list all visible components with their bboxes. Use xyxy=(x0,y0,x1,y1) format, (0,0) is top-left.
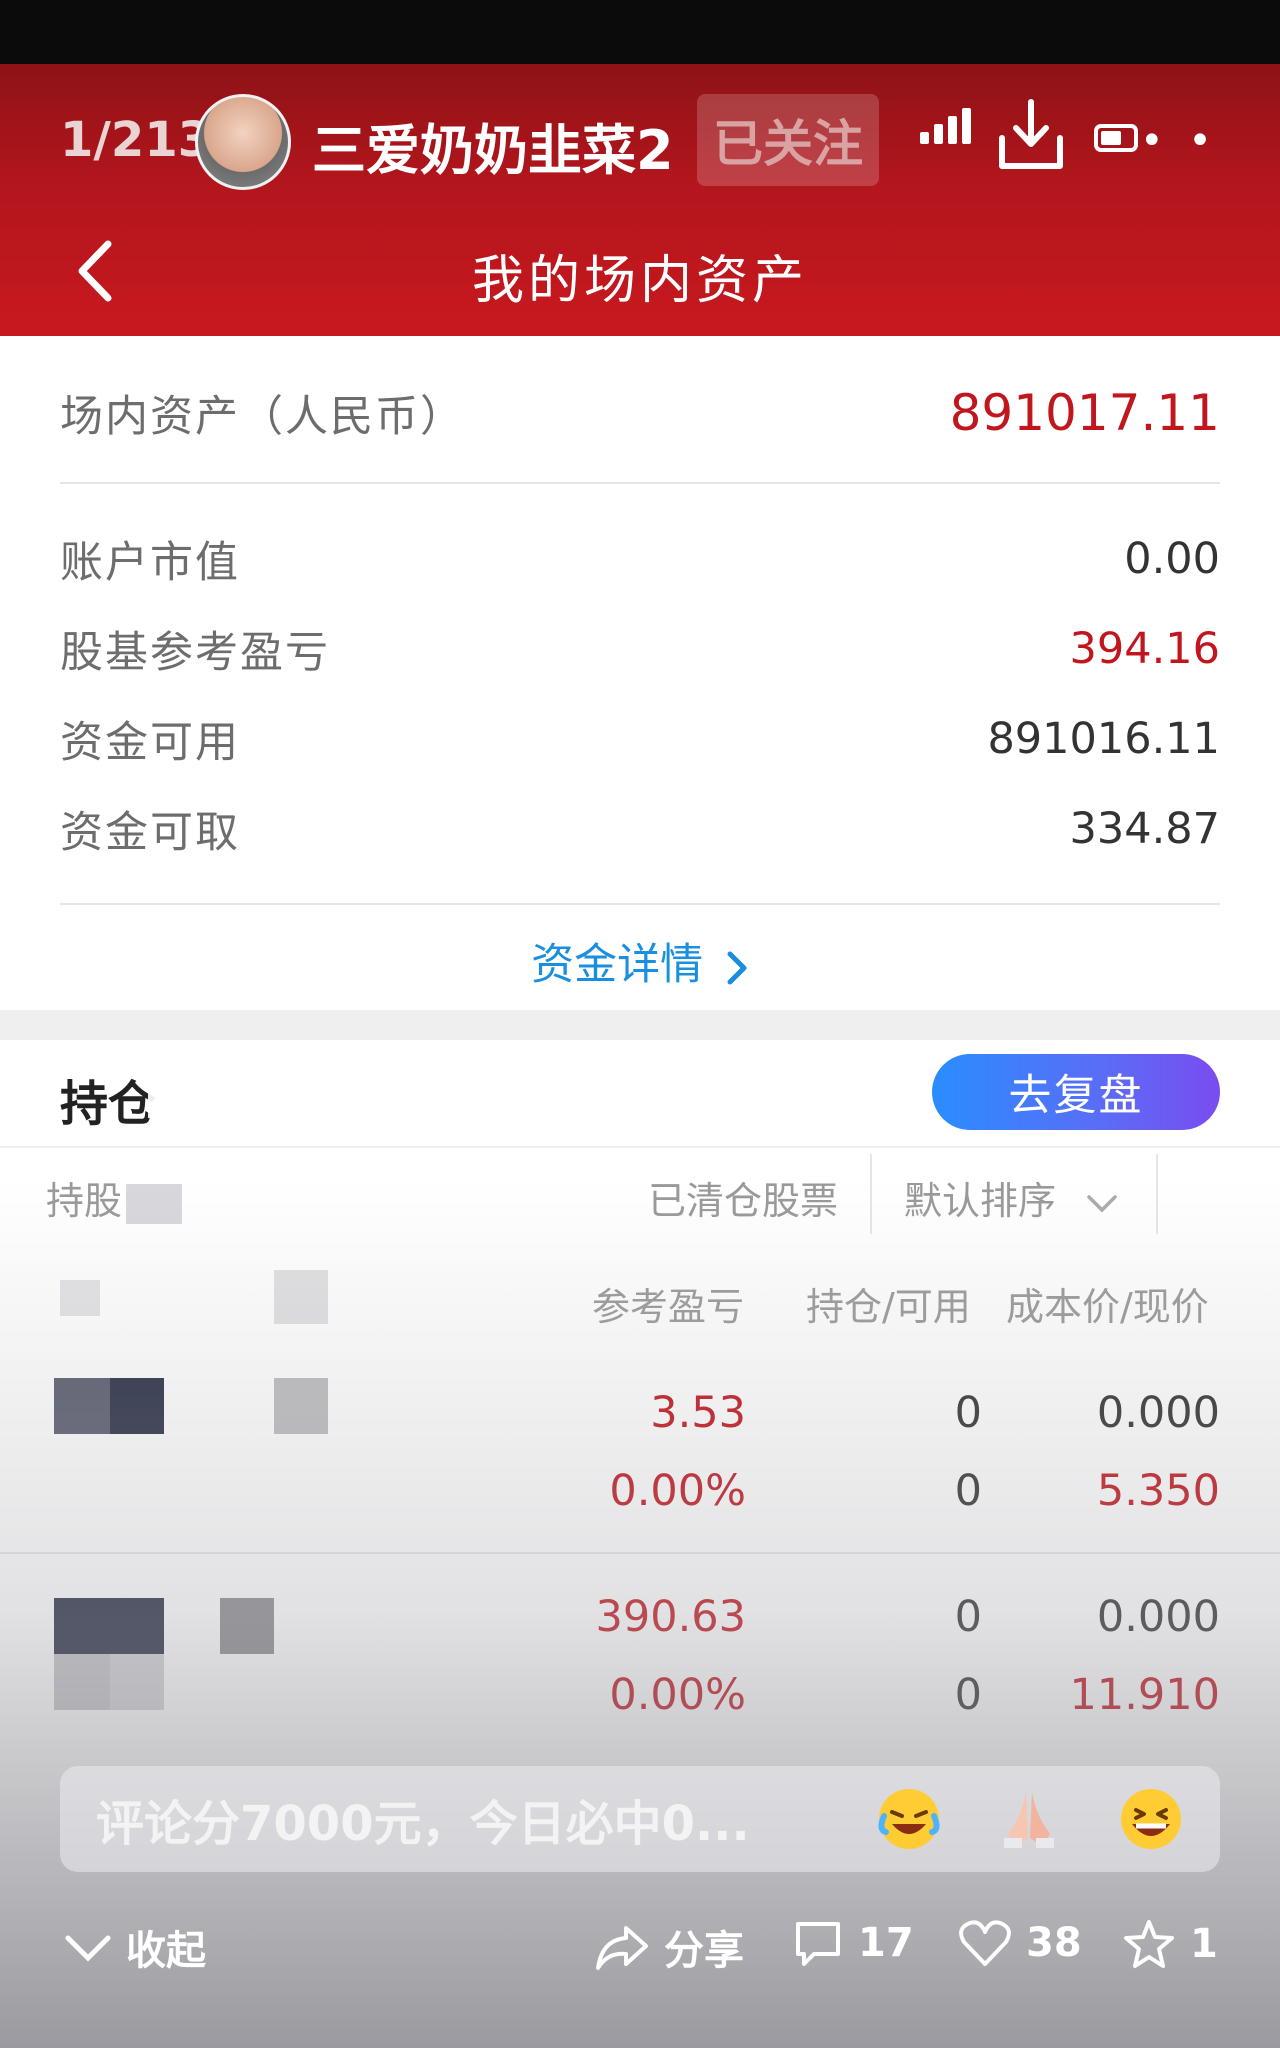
share-label: 分享 xyxy=(664,1928,744,1974)
fund-detail-link[interactable]: 资金详情 xyxy=(0,930,1280,992)
cleared-stocks-tab[interactable]: 已清仓股票 xyxy=(648,1170,838,1225)
download-icon[interactable] xyxy=(996,98,1066,172)
redacted-stock-name xyxy=(110,1654,164,1710)
grinning-emoji[interactable] xyxy=(1118,1786,1184,1852)
username[interactable]: 三爱奶奶韭菜2 xyxy=(312,106,674,185)
redacted-stock-name xyxy=(54,1378,110,1434)
redacted-stock-name xyxy=(220,1598,274,1654)
profit-percent: 0.00% xyxy=(609,1466,746,1516)
redacted-area xyxy=(148,1048,288,1118)
heart-icon xyxy=(959,1920,1011,1966)
star-icon xyxy=(1124,1920,1174,1968)
current-price: 11.910 xyxy=(1069,1670,1220,1720)
redacted-stock-name xyxy=(54,1598,164,1654)
laughing-crying-emoji[interactable] xyxy=(876,1786,942,1852)
like-count: 38 xyxy=(1026,1920,1082,1966)
sort-dropdown[interactable]: 默认排序 xyxy=(904,1170,1118,1225)
column-header-profit[interactable]: 参考盈亏 xyxy=(592,1276,744,1331)
current-price: 5.350 xyxy=(1096,1466,1220,1516)
collapse-label: 收起 xyxy=(126,1928,206,1974)
more-icon[interactable]: • • xyxy=(1140,118,1218,164)
redacted-stock-name xyxy=(110,1378,164,1434)
asset-label: 资金可用 xyxy=(60,718,240,768)
asset-value: 394.16 xyxy=(1069,624,1220,674)
cost-price: 0.000 xyxy=(1096,1592,1220,1642)
chevron-down-icon xyxy=(65,1935,111,1962)
asset-row-withdrawable: 资金可取 334.87 xyxy=(60,798,1220,860)
section-gap xyxy=(0,1010,1280,1040)
total-assets-label: 场内资产（人民币） xyxy=(60,392,465,442)
asset-label: 股基参考盈亏 xyxy=(60,628,330,678)
comment-count: 17 xyxy=(858,1920,914,1966)
redacted-stock-name xyxy=(274,1378,328,1434)
favorite-button[interactable]: 1 xyxy=(1122,1918,1218,1970)
system-status-strip xyxy=(0,0,1280,64)
asset-row-available: 资金可用 891016.11 xyxy=(60,708,1220,770)
column-header-price[interactable]: 成本价/现价 xyxy=(1006,1276,1209,1331)
asset-row-market-value: 账户市值 0.00 xyxy=(60,528,1220,590)
redacted-area xyxy=(274,1270,328,1324)
asset-label: 账户市值 xyxy=(60,538,240,588)
available-value: 0 xyxy=(954,1466,982,1516)
divider xyxy=(870,1154,872,1234)
collapse-button[interactable]: 收起 xyxy=(64,1918,206,1976)
holdings-title: 持仓 xyxy=(60,1076,157,1132)
image-counter: 1/213 xyxy=(60,112,212,168)
total-assets-row: 场内资产（人民币） 891017.11 xyxy=(60,382,1220,444)
redacted-stock-name xyxy=(54,1654,110,1710)
battery-icon xyxy=(1094,124,1138,152)
holdings-count-label: 持股 xyxy=(46,1179,123,1223)
asset-value: 334.87 xyxy=(1069,804,1220,854)
comment-placeholder: 评论分7000元，今日必中0... xyxy=(96,1796,750,1852)
asset-label: 资金可取 xyxy=(60,808,240,858)
signal-icon xyxy=(920,104,971,144)
comment-button[interactable]: 17 xyxy=(792,1918,914,1968)
holdings-count-tab[interactable]: 持股 xyxy=(46,1170,183,1225)
divider xyxy=(1156,1154,1158,1234)
cost-price: 0.000 xyxy=(1096,1388,1220,1438)
follow-button[interactable]: 已关注 xyxy=(697,94,879,186)
chevron-right-icon xyxy=(727,951,747,984)
profit-value: 3.53 xyxy=(650,1388,746,1438)
share-button[interactable]: 分享 xyxy=(594,1918,744,1976)
chevron-down-icon xyxy=(1087,1194,1117,1212)
position-value: 0 xyxy=(954,1388,982,1438)
fund-detail-label: 资金详情 xyxy=(531,940,704,990)
sort-label: 默认排序 xyxy=(904,1179,1057,1223)
status-icons xyxy=(920,104,971,144)
share-icon xyxy=(596,1926,648,1970)
favorite-count: 1 xyxy=(1190,1921,1218,1967)
divider xyxy=(60,903,1220,905)
total-assets-value: 891017.11 xyxy=(949,384,1220,442)
redacted-area xyxy=(60,1280,100,1316)
praying-hands-emoji[interactable] xyxy=(996,1786,1062,1852)
replay-button[interactable]: 去复盘 xyxy=(932,1054,1220,1130)
profit-percent: 0.00% xyxy=(609,1670,746,1720)
like-button[interactable]: 38 xyxy=(958,1918,1082,1968)
asset-row-profit: 股基参考盈亏 394.16 xyxy=(60,618,1220,680)
divider xyxy=(0,1552,1280,1554)
asset-value: 0.00 xyxy=(1124,534,1220,584)
comment-icon xyxy=(796,1922,840,1966)
position-value: 0 xyxy=(954,1592,982,1642)
available-value: 0 xyxy=(954,1670,982,1720)
avatar[interactable] xyxy=(195,94,291,190)
page-title: 我的场内资产 xyxy=(471,251,808,311)
divider xyxy=(60,482,1220,484)
redacted-area xyxy=(126,1183,183,1224)
column-header-position[interactable]: 持仓/可用 xyxy=(806,1276,971,1331)
profit-value: 390.63 xyxy=(595,1592,746,1642)
asset-value: 891016.11 xyxy=(987,714,1220,764)
